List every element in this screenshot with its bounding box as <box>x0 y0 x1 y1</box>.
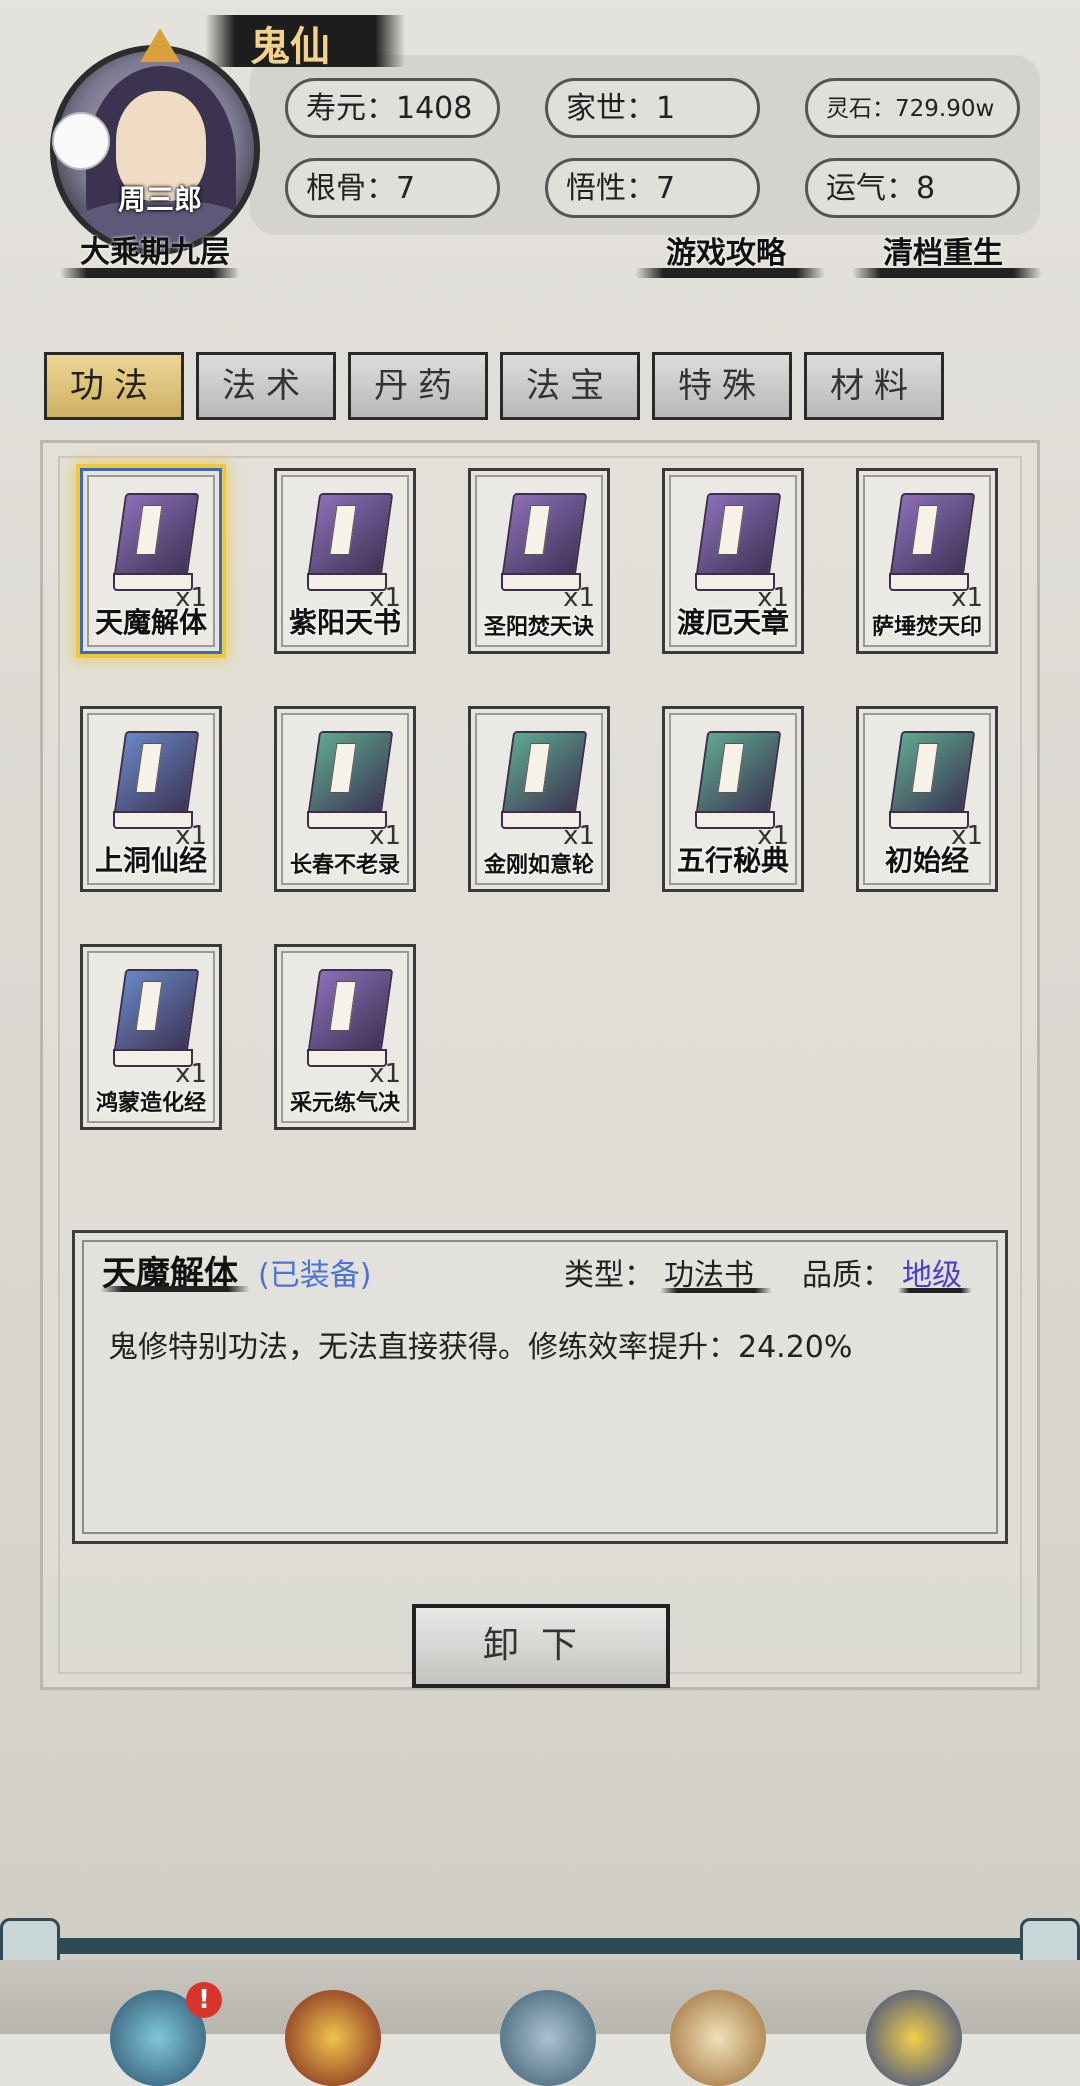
character-name: 周三郎 <box>117 183 202 216</box>
realm-label: 大乘期九层 <box>80 235 230 270</box>
item-name: 鸿蒙造化经 <box>95 1091 206 1116</box>
item-card[interactable]: x1 金刚如意轮 <box>468 706 610 892</box>
stat-luck: 运气：8 <box>805 158 1020 218</box>
tab-teshu[interactable]: 特殊 <box>652 352 792 420</box>
book-icon <box>303 731 394 835</box>
type-underline <box>660 1288 772 1293</box>
rebirth-link[interactable]: 清档重生 <box>883 228 1003 272</box>
item-name: 紫阳天书 <box>288 606 401 639</box>
nav-sect-icon[interactable] <box>866 1990 962 2086</box>
item-name: 天魔解体 <box>94 606 207 639</box>
item-name: 金刚如意轮 <box>483 853 594 878</box>
book-icon <box>303 493 394 597</box>
item-name: 上洞仙经 <box>94 844 207 877</box>
type-label: 类型： <box>564 1258 654 1293</box>
book-icon <box>885 493 976 597</box>
scroll-rod <box>20 1938 1060 1954</box>
tab-fashu[interactable]: 法术 <box>196 352 336 420</box>
item-card[interactable]: x1 天魔解体 <box>80 468 222 654</box>
item-card[interactable]: x1 萨埵焚天印 <box>856 468 998 654</box>
book-icon <box>497 493 588 597</box>
item-card[interactable]: x1 长春不老录 <box>274 706 416 892</box>
book-icon <box>109 493 200 597</box>
item-card[interactable]: x1 紫阳天书 <box>274 468 416 654</box>
tab-gongfa[interactable]: 功法 <box>44 352 184 420</box>
stat-comprehension: 悟性：7 <box>545 158 760 218</box>
item-name: 萨埵焚天印 <box>871 615 982 640</box>
nav-adventure-icon[interactable] <box>285 1990 381 2086</box>
item-name: 圣阳焚天诀 <box>483 615 594 640</box>
item-card[interactable]: x1 采元练气决 <box>274 944 416 1130</box>
item-name: 采元练气决 <box>289 1091 400 1116</box>
header: 鬼仙 周三郎 大乘期九层 寿元：1408 家世：1 灵石：729.90w 根骨：… <box>0 0 1080 300</box>
quality-underline <box>898 1288 972 1293</box>
item-card[interactable]: x1 初始经 <box>856 706 998 892</box>
stat-lifespan: 寿元：1408 <box>285 78 500 138</box>
book-icon <box>885 731 976 835</box>
nav-mountain-icon[interactable] <box>500 1990 596 2086</box>
item-name: 五行秘典 <box>676 844 789 877</box>
guide-link[interactable]: 游戏攻略 <box>666 228 786 272</box>
book-icon <box>109 731 200 835</box>
book-icon <box>691 493 782 597</box>
item-card[interactable]: x1 渡厄天章 <box>662 468 804 654</box>
detail-name-underline <box>100 1286 250 1292</box>
tab-fabao[interactable]: 法宝 <box>500 352 640 420</box>
item-card[interactable]: x1 五行秘典 <box>662 706 804 892</box>
item-name: 初始经 <box>884 844 969 877</box>
tab-cailiao[interactable]: 材料 <box>804 352 944 420</box>
stat-family: 家世：1 <box>545 78 760 138</box>
item-description: 鬼修特别功法，无法直接获得。修练效率提升：24.20% <box>108 1330 853 1365</box>
item-card[interactable]: x1 上洞仙经 <box>80 706 222 892</box>
item-name: 长春不老录 <box>289 853 400 878</box>
rebirth-underline <box>852 268 1042 278</box>
realm-underline <box>60 268 240 278</box>
nav-alchemy-icon[interactable] <box>670 1990 766 2086</box>
book-icon <box>303 969 394 1073</box>
stat-spirit-stones: 灵石：729.90w <box>805 78 1020 138</box>
unload-button[interactable]: 卸下 <box>412 1604 670 1688</box>
guide-underline <box>635 268 825 278</box>
quality-label: 品质： <box>802 1258 892 1293</box>
notification-badge: ! <box>186 1982 222 2018</box>
book-icon <box>109 969 200 1073</box>
toggle-dot[interactable] <box>52 112 110 170</box>
equipped-status: (已装备) <box>258 1258 372 1293</box>
page-title: 鬼仙 <box>250 24 330 70</box>
item-card[interactable]: x1 圣阳焚天诀 <box>468 468 610 654</box>
book-icon <box>691 731 782 835</box>
book-icon <box>497 731 588 835</box>
item-name: 渡厄天章 <box>676 606 789 639</box>
tab-danyao[interactable]: 丹药 <box>348 352 488 420</box>
stat-bone: 根骨：7 <box>285 158 500 218</box>
item-card[interactable]: x1 鸿蒙造化经 <box>80 944 222 1130</box>
